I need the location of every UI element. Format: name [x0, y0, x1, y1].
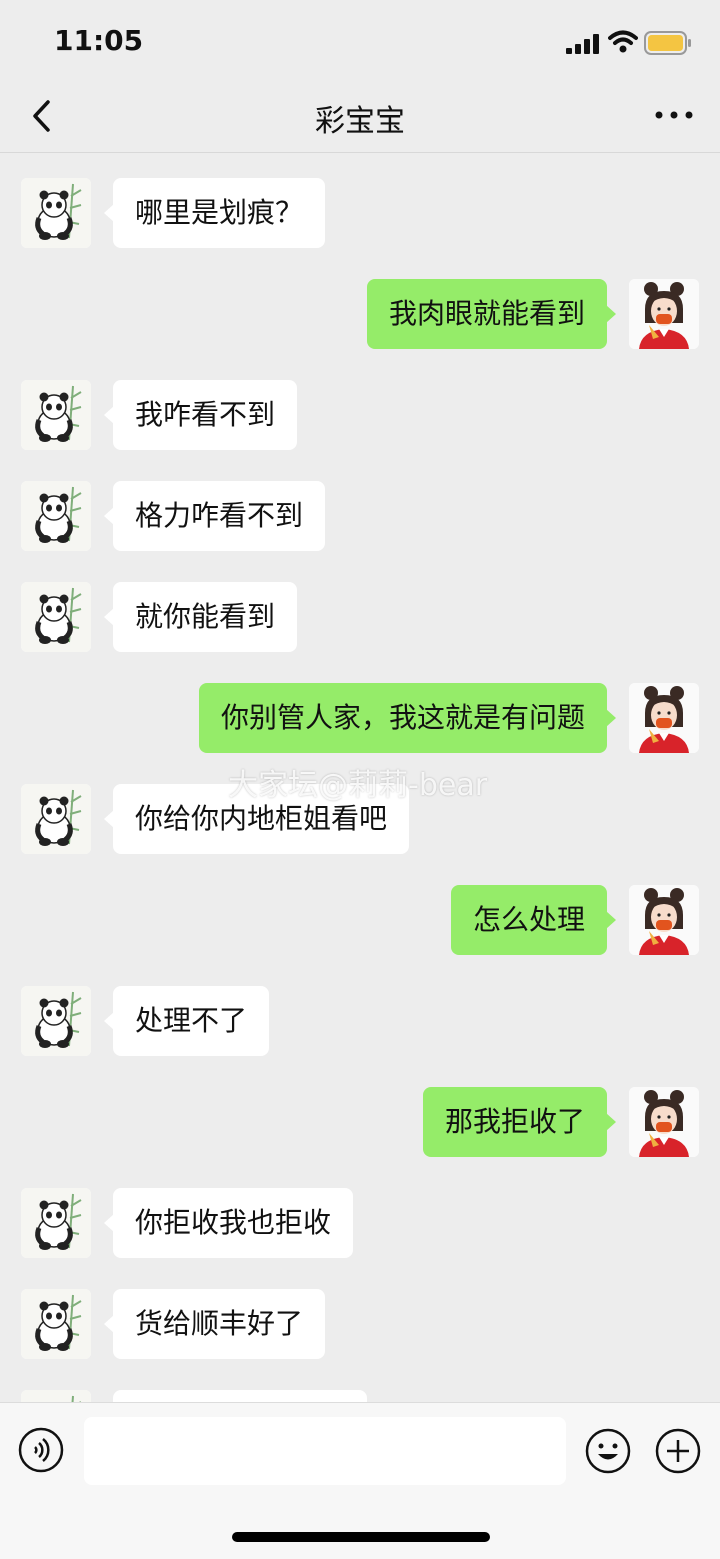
contact-avatar[interactable] — [21, 1390, 91, 1402]
contact-avatar[interactable] — [21, 1289, 91, 1359]
my-avatar[interactable] — [629, 279, 699, 349]
contact-avatar[interactable] — [21, 1188, 91, 1258]
message-row-incoming: 哪里是划痕？ — [0, 178, 720, 252]
message-row-incoming: 我咋看不到 — [0, 380, 720, 454]
message-row-outgoing: 你别管人家，我这就是有问题 — [0, 683, 720, 757]
status-time: 11:05 — [54, 24, 144, 57]
contact-avatar[interactable] — [21, 178, 91, 248]
outgoing-message-bubble[interactable]: 你别管人家，我这就是有问题 — [198, 683, 617, 753]
incoming-message-bubble[interactable]: 我咋看不到 — [103, 380, 298, 450]
message-row-outgoing: 怎么处理 — [0, 885, 720, 959]
battery-icon — [644, 31, 691, 55]
my-avatar[interactable] — [629, 885, 699, 955]
chat-messages: 哪里是划痕？ 我肉眼就能看到 我咋看不到 格力咋看不到 就你能看到 你别管人家，… — [0, 152, 720, 1402]
outgoing-message-bubble[interactable]: 怎么处理 — [450, 885, 617, 955]
message-row-incoming: 货给顺丰好了 — [0, 1289, 720, 1363]
contact-avatar[interactable] — [21, 481, 91, 551]
message-input[interactable] — [84, 1417, 566, 1485]
incoming-message-bubble[interactable]: 货给顺丰好了 — [103, 1289, 326, 1359]
message-row-incoming: 就你能看到 — [0, 582, 720, 656]
message-row-incoming: 你给你内地柜姐看吧 — [0, 784, 720, 858]
nav-bar: 彩宝宝 — [0, 86, 720, 153]
message-row-incoming — [0, 1390, 720, 1402]
status-bar: 11:05 — [0, 0, 720, 86]
message-row-outgoing: 我肉眼就能看到 — [0, 279, 720, 353]
message-row-outgoing: 那我拒收了 — [0, 1087, 720, 1161]
incoming-message-bubble[interactable]: 处理不了 — [103, 986, 270, 1056]
plus-icon[interactable] — [654, 1427, 702, 1475]
incoming-message-bubble[interactable]: 格力咋看不到 — [103, 481, 326, 551]
outgoing-message-bubble[interactable]: 我肉眼就能看到 — [366, 279, 617, 349]
my-avatar[interactable] — [629, 1087, 699, 1157]
message-row-incoming: 格力咋看不到 — [0, 481, 720, 555]
contact-avatar[interactable] — [21, 784, 91, 854]
voice-icon[interactable] — [18, 1427, 64, 1473]
message-row-incoming: 你拒收我也拒收 — [0, 1188, 720, 1262]
incoming-message-bubble[interactable]: 就你能看到 — [103, 582, 298, 652]
incoming-message-bubble[interactable]: 你给你内地柜姐看吧 — [103, 784, 410, 854]
message-row-incoming: 处理不了 — [0, 986, 720, 1060]
emoji-icon[interactable] — [584, 1427, 632, 1475]
outgoing-message-bubble[interactable]: 那我拒收了 — [422, 1087, 617, 1157]
more-icon[interactable] — [652, 100, 696, 130]
incoming-message-bubble[interactable] — [113, 1390, 367, 1402]
contact-avatar[interactable] — [21, 582, 91, 652]
incoming-message-bubble[interactable]: 哪里是划痕？ — [103, 178, 326, 248]
my-avatar[interactable] — [629, 683, 699, 753]
contact-avatar[interactable] — [21, 986, 91, 1056]
contact-avatar[interactable] — [21, 380, 91, 450]
wifi-icon — [608, 30, 638, 53]
signal-icon — [566, 34, 599, 54]
home-indicator[interactable] — [232, 1532, 490, 1542]
incoming-message-bubble[interactable]: 你拒收我也拒收 — [103, 1188, 354, 1258]
chat-title: 彩宝宝 — [315, 104, 405, 139]
